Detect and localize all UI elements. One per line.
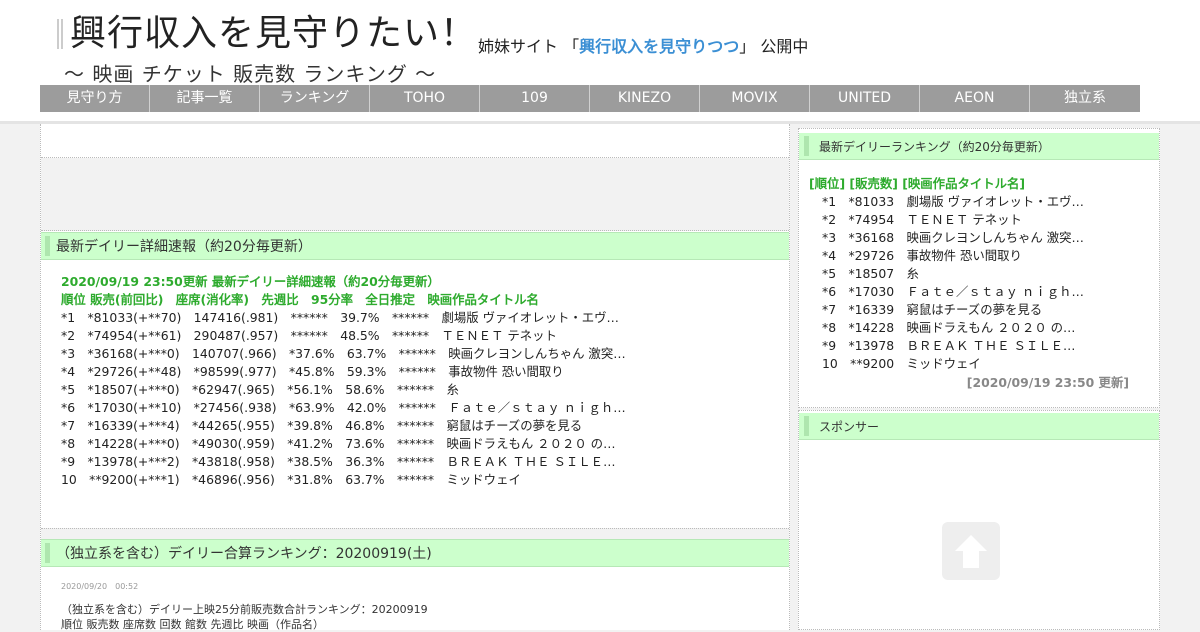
detail-row: *8 *14228(+***0) *49030(.959) *41.2% 73.…: [61, 436, 616, 451]
detail-row: *3 *36168(+***0) 140707(.966) *37.6% 63.…: [61, 346, 626, 361]
nav-item-articles[interactable]: 記事一覧: [150, 85, 260, 112]
sister-site-notice: 姉妹サイト 「興行収入を見守りつつ」 公開中: [478, 33, 808, 57]
post-date: 2020/09/20 00:52: [61, 582, 139, 591]
title-mark-icon: [57, 19, 63, 49]
nav-item-ranking[interactable]: ランキング: [260, 85, 370, 112]
sidebar: 最新デイリーランキング（約20分毎更新） [順位] [販売数] [映画作品タイト…: [798, 124, 1160, 630]
sister-site-link[interactable]: 興行収入を見守りつつ: [579, 37, 739, 56]
main-column: 最新デイリー詳細速報（約20分毎更新） 2020/09/19 23:50更新 最…: [40, 124, 790, 631]
section-bar: [45, 543, 50, 563]
list-item[interactable]: *8 *14228 映画ドラえもん ２０２０ の…: [809, 319, 1084, 337]
detail-update-line: 2020/09/19 23:50更新 最新デイリー詳細速報（約20分毎更新）: [61, 274, 440, 289]
sister-prefix: 姉妹サイト 「: [478, 37, 580, 56]
list-item[interactable]: *2 *74954 ＴＥＮＥＴ テネット: [809, 211, 1084, 229]
detail-ranking-table: 2020/09/19 23:50更新 最新デイリー詳細速報（約20分毎更新） 順位…: [61, 273, 626, 489]
detail-row: *5 *18507(+***0) *62947(.965) *56.1% 58.…: [61, 382, 459, 397]
detail-section-title: 最新デイリー詳細速報（約20分毎更新）: [56, 239, 312, 255]
nav-item-mimamorikata[interactable]: 見守り方: [40, 85, 150, 112]
global-nav: 見守り方 記事一覧 ランキング TOHO 109 KINEZO MOVIX UN…: [40, 85, 1140, 112]
detail-row: *6 *17030(+**10) *27456(.938) *63.9% 42.…: [61, 400, 626, 415]
detail-row: 10 **9200(+***1) *46896(.956) *31.8% 63.…: [61, 472, 521, 487]
detail-row: *1 *81033(+**70) 147416(.981) ****** 39.…: [61, 310, 619, 325]
nav-item-kinezo[interactable]: KINEZO: [590, 85, 700, 112]
site-subtitle: ～ 映画 チケット 販売数 ランキング ～: [64, 62, 437, 86]
ranking-updated-time: [2020/09/19 23:50 更新]: [966, 375, 1129, 390]
daily-ranking-widget: 最新デイリーランキング（約20分毎更新） [順位] [販売数] [映画作品タイト…: [798, 128, 1160, 408]
combined-section-header: （独立系を含む）デイリー合算ランキング：20200919(土): [41, 539, 789, 567]
site-title[interactable]: 興行収入を見守りたい！: [70, 12, 477, 56]
detail-row: *2 *74954(+**61) 290487(.957) ****** 48.…: [61, 328, 557, 343]
list-item[interactable]: *3 *36168 映画クレヨンしんちゃん 激突…: [809, 229, 1084, 247]
daily-ranking-list: [順位] [販売数] [映画作品タイトル名] *1 *81033 劇場版 ヴァイオ…: [809, 175, 1084, 373]
arrow-up-icon: [955, 535, 987, 568]
list-item[interactable]: *5 *18507 糸: [809, 265, 1084, 283]
daily-ranking-title: 最新デイリーランキング（約20分毎更新）: [819, 140, 1050, 154]
list-item[interactable]: *7 *16339 窮鼠はチーズの夢を見る: [809, 301, 1084, 319]
detail-row: *4 *29726(+**48) *98599(.977) *45.8% 59.…: [61, 364, 564, 379]
detail-row: *9 *13978(+***2) *43818(.958) *38.5% 36.…: [61, 454, 616, 469]
sister-suffix: 」 公開中: [739, 37, 809, 56]
back-to-top-button[interactable]: [942, 522, 1000, 580]
nav-item-aeon[interactable]: AEON: [920, 85, 1030, 112]
site-header: 興行収入を見守りたい！ 姉妹サイト 「興行収入を見守りつつ」 公開中 ～ 映画 …: [0, 0, 1200, 124]
combined-section-title[interactable]: （独立系を含む）デイリー合算ランキング：20200919(土): [56, 543, 432, 563]
nav-item-movix[interactable]: MOVIX: [700, 85, 810, 112]
sponsor-header: スポンサー: [799, 413, 1159, 440]
detail-column-header: 順位 販売(前回比) 座席(消化率) 先週比 95分率 全日推定 映画作品タイト…: [61, 292, 539, 307]
nav-item-independent[interactable]: 独立系: [1030, 85, 1140, 112]
nav-item-united[interactable]: UNITED: [810, 85, 920, 112]
daily-ranking-header: 最新デイリーランキング（約20分毎更新）: [799, 133, 1159, 160]
list-item[interactable]: *6 *17030 Ｆａｔｅ／ｓｔａｙ ｎｉｇｈ…: [809, 283, 1084, 301]
combined-summary-line: （独立系を含む）デイリー上映25分前販売数合計ランキング：20200919: [61, 603, 428, 616]
list-item[interactable]: *9 *13978 ＢＲＥＡＫ ＴＨＥ ＳＩＬＥ…: [809, 337, 1084, 355]
ad-area: [41, 158, 789, 231]
list-item[interactable]: *4 *29726 事故物件 恐い間取り: [809, 247, 1084, 265]
nav-item-109[interactable]: 109: [480, 85, 590, 112]
list-item[interactable]: *1 *81033 劇場版 ヴァイオレット・エヴ…: [809, 193, 1084, 211]
list-item[interactable]: 10 **9200 ミッドウェイ: [809, 355, 1084, 373]
ad-area-top: [41, 124, 789, 158]
nav-item-toho[interactable]: TOHO: [370, 85, 480, 112]
section-bar: [804, 416, 809, 436]
sponsor-widget: スポンサー: [798, 410, 1160, 630]
section-bar: [804, 136, 809, 156]
detail-row: *7 *16339(+***4) *44265(.955) *39.8% 46.…: [61, 418, 583, 433]
section-divider: [41, 528, 789, 539]
daily-ranking-columns: [順位] [販売数] [映画作品タイトル名]: [809, 176, 1026, 191]
section-bar: [45, 236, 50, 256]
detail-section-header: 最新デイリー詳細速報（約20分毎更新）: [41, 232, 789, 260]
sponsor-title: スポンサー: [819, 420, 880, 434]
